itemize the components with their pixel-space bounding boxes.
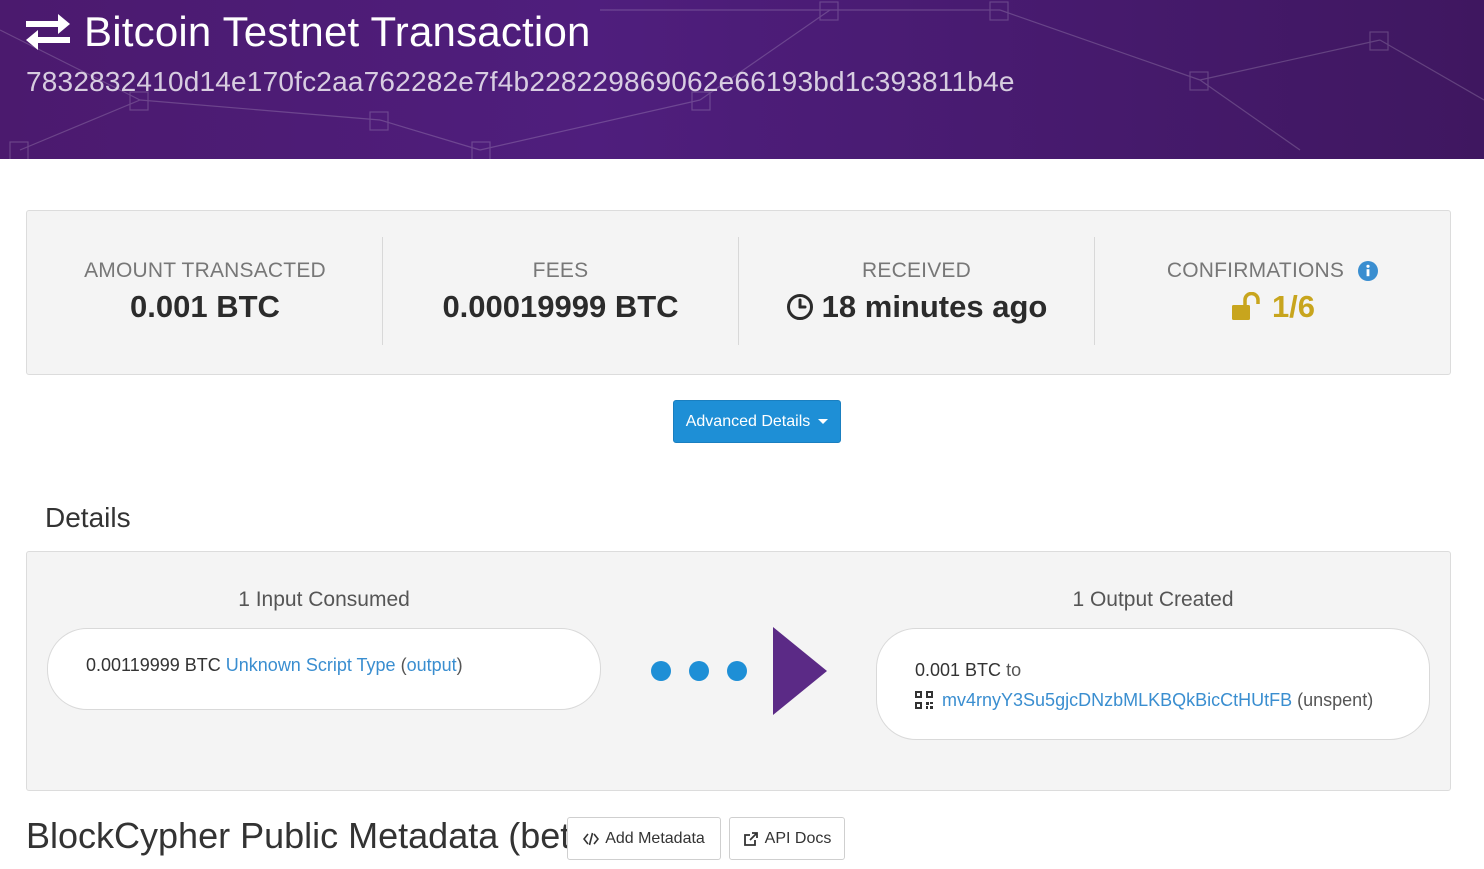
output-amount-row: 0.001 BTC to [915, 655, 1429, 685]
amount-transacted-stat: AMOUNT TRANSACTED 0.001 BTC [27, 237, 383, 345]
received-value: 18 minutes ago [821, 289, 1048, 324]
fees-value: 0.00019999 BTC [442, 289, 679, 324]
unlock-icon [1231, 292, 1260, 320]
received-label: RECEIVED [862, 259, 971, 282]
output-item: 0.001 BTC to mv4rnyY3Su5gjcDNzbMLKBQkBic… [876, 628, 1430, 740]
api-docs-button[interactable]: API Docs [729, 817, 845, 860]
code-icon [583, 832, 600, 845]
fees-stat: FEES 0.00019999 BTC [382, 237, 738, 345]
flow-dot [727, 661, 747, 681]
fees-label: FEES [532, 259, 589, 282]
details-panel: 1 Input Consumed 0.00119999 BTC Unknown … [26, 551, 1451, 791]
confirmations-label-row: CONFIRMATIONS [1166, 259, 1379, 283]
output-address-row: mv4rnyY3Su5gjcDNzbMLKBQkBicCtHUtFB (unsp… [915, 685, 1429, 715]
advanced-details-button[interactable]: Advanced Details [673, 400, 841, 443]
confirmations-value-row: 1/6 [1230, 289, 1315, 325]
output-amount: 0.001 BTC [915, 660, 1002, 680]
flow-arrow-icon [773, 627, 827, 715]
page-header: Bitcoin Testnet Transaction 7832832410d1… [0, 0, 1484, 159]
transaction-hash: 7832832410d14e170fc2aa762282e7f4b2282298… [26, 66, 1015, 97]
input-item: 0.00119999 BTC Unknown Script Type (outp… [47, 628, 601, 710]
output-status: (unspent) [1297, 690, 1374, 710]
exchange-arrows-icon [26, 14, 70, 50]
input-output-close-paren: ) [456, 655, 463, 675]
caret-down-icon [818, 419, 829, 424]
output-address-link[interactable]: mv4rnyY3Su5gjcDNzbMLKBQkBicCtHUtFB [942, 690, 1292, 710]
received-stat: RECEIVED 18 minutes ago [738, 237, 1094, 345]
external-link-icon [743, 831, 758, 846]
input-amount: 0.00119999 BTC [86, 655, 221, 675]
transaction-summary-panel: AMOUNT TRANSACTED 0.001 BTC FEES 0.00019… [26, 210, 1451, 375]
received-value-row: 18 minutes ago [786, 289, 1048, 325]
confirmations-stat: CONFIRMATIONS 1/6 [1094, 237, 1450, 345]
info-circle-icon[interactable] [1358, 261, 1379, 281]
api-docs-label: API Docs [764, 829, 832, 847]
amount-transacted-label: AMOUNT TRANSACTED [84, 259, 326, 282]
inputs-title: 1 Input Consumed [238, 588, 410, 611]
outputs-title: 1 Output Created [1072, 588, 1234, 611]
page-title-text: Bitcoin Testnet Transaction [84, 8, 591, 55]
clock-icon [786, 294, 813, 320]
confirmations-value: 1/6 [1271, 289, 1316, 324]
confirmations-label: CONFIRMATIONS [1166, 259, 1345, 282]
flow-dot [689, 661, 709, 681]
input-output-link[interactable]: output [407, 655, 457, 675]
advanced-details-label: Advanced Details [685, 412, 811, 430]
qr-code-icon[interactable] [915, 691, 933, 709]
add-metadata-button[interactable]: Add Metadata [567, 817, 721, 860]
input-script-type-link[interactable]: Unknown Script Type [226, 655, 396, 675]
amount-transacted-value: 0.001 BTC [130, 289, 280, 324]
flow-dot [651, 661, 671, 681]
add-metadata-label: Add Metadata [605, 829, 705, 847]
output-to-label: to [1006, 660, 1022, 680]
page-title: Bitcoin Testnet Transaction [24, 6, 591, 58]
metadata-heading: BlockCypher Public Metadata (beta) [26, 815, 603, 856]
details-heading: Details [45, 502, 131, 533]
